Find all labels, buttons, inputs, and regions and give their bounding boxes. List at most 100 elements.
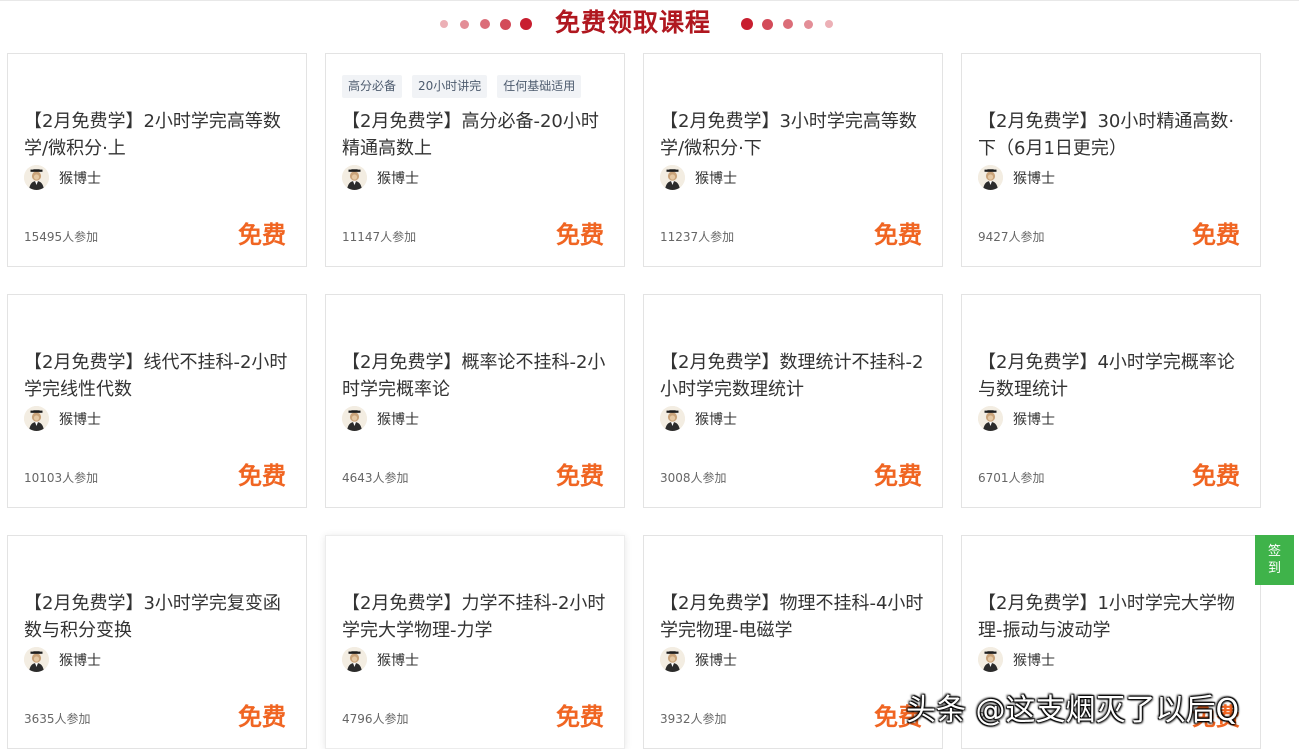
- section-header: 免费领取课程: [0, 6, 1299, 40]
- course-title[interactable]: 【2月免费学】概率论不挂科-2小时学完概率论: [342, 349, 614, 403]
- teacher-avatar: [342, 647, 367, 672]
- participant-count: 15495人参加: [24, 230, 99, 244]
- teacher-info: 猴博士: [978, 406, 1055, 431]
- teacher-name: 猴博士: [59, 652, 101, 669]
- price-label: 免费: [238, 703, 286, 731]
- participant-count: 3635人参加: [24, 712, 91, 726]
- dot-decoration: [783, 19, 793, 29]
- teacher-name: 猴博士: [695, 652, 737, 669]
- teacher-name: 猴博士: [1013, 652, 1055, 669]
- course-title[interactable]: 【2月免费学】2小时学完高等数学/微积分·上: [24, 108, 296, 162]
- teacher-avatar: [24, 165, 49, 190]
- course-title[interactable]: 【2月免费学】30小时精通高数·下（6月1日更完）: [978, 108, 1250, 162]
- teacher-name: 猴博士: [377, 652, 419, 669]
- course-card[interactable]: 【2月免费学】物理不挂科-4小时学完物理-电磁学 猴博士 3932人参加 免费: [643, 535, 943, 749]
- course-tag: 任何基础适用: [497, 75, 582, 98]
- price-label: 免费: [874, 462, 922, 490]
- price-label: 免费: [238, 221, 286, 249]
- price-label: 免费: [556, 221, 604, 249]
- left-decorative-dots: [440, 18, 532, 30]
- course-title[interactable]: 【2月免费学】数理统计不挂科-2小时学完数理统计: [660, 349, 932, 403]
- dot-decoration: [741, 18, 753, 30]
- price-label: 免费: [238, 462, 286, 490]
- participant-count: 4796人参加: [342, 712, 409, 726]
- participant-count: 3932人参加: [660, 712, 727, 726]
- course-title[interactable]: 【2月免费学】1小时学完大学物理-振动与波动学: [978, 590, 1250, 644]
- dot-decoration: [500, 18, 511, 30]
- teacher-info: 猴博士: [342, 406, 419, 431]
- teacher-info: 猴博士: [978, 165, 1055, 190]
- teacher-avatar: [660, 165, 685, 190]
- price-label: 免费: [556, 703, 604, 731]
- participant-count: 10103人参加: [24, 471, 99, 485]
- dot-decoration: [762, 18, 773, 30]
- teacher-info: 猴博士: [660, 165, 737, 190]
- price-label: 免费: [1192, 462, 1240, 490]
- teacher-name: 猴博士: [695, 170, 737, 187]
- course-title[interactable]: 【2月免费学】力学不挂科-2小时学完大学物理-力学: [342, 590, 614, 644]
- teacher-avatar: [342, 165, 367, 190]
- course-card[interactable]: 【2月免费学】线代不挂科-2小时学完线性代数猴博士 10103人参加 免费: [7, 294, 307, 508]
- course-tags: 高分必备 20小时讲完 任何基础适用: [342, 75, 591, 98]
- teacher-info: 猴博士: [24, 406, 101, 431]
- teacher-name: 猴博士: [1013, 170, 1055, 187]
- teacher-avatar: [978, 647, 1003, 672]
- dot-decoration: [480, 19, 490, 29]
- course-title[interactable]: 【2月免费学】3小时学完复变函数与积分变换: [24, 590, 296, 644]
- course-card[interactable]: 高分必备 20小时讲完 任何基础适用【2月免费学】高分必备-20小时精通高数上猴博士…: [325, 53, 625, 267]
- teacher-info: 猴博士: [978, 647, 1055, 672]
- right-decorative-dots: [741, 18, 833, 30]
- top-divider: [0, 0, 1299, 1]
- participant-count: 6701人参加: [978, 471, 1045, 485]
- watermark: 头条 @这支烟灭了以后Q: [906, 693, 1240, 728]
- dot-decoration: [460, 19, 469, 29]
- price-label: 免费: [874, 221, 922, 249]
- teacher-avatar: [24, 647, 49, 672]
- teacher-name: 猴博士: [59, 170, 101, 187]
- course-title[interactable]: 【2月免费学】高分必备-20小时精通高数上: [342, 108, 614, 162]
- dot-decoration: [520, 18, 532, 30]
- teacher-info: 猴博士: [342, 165, 419, 190]
- course-tag: 20小时讲完: [412, 75, 488, 98]
- participant-count: 11147人参加: [342, 230, 417, 244]
- dot-decoration: [440, 20, 448, 28]
- dot-decoration: [804, 19, 813, 29]
- participant-count: 11237人参加: [660, 230, 735, 244]
- course-tag: 高分必备: [342, 75, 403, 98]
- course-title[interactable]: 【2月免费学】3小时学完高等数学/微积分·下: [660, 108, 932, 162]
- teacher-info: 猴博士: [342, 647, 419, 672]
- teacher-info: 猴博士: [24, 165, 101, 190]
- course-card[interactable]: 【2月免费学】3小时学完复变函数与积分变换猴博士 3635人参加 免费: [7, 535, 307, 749]
- course-card[interactable]: 【2月免费学】3小时学完高等数学/微积分·下猴博士 11237人参加 免费: [643, 53, 943, 267]
- course-title[interactable]: 【2月免费学】线代不挂科-2小时学完线性代数: [24, 349, 296, 403]
- participant-count: 9427人参加: [978, 230, 1045, 244]
- teacher-name: 猴博士: [377, 170, 419, 187]
- participant-count: 3008人参加: [660, 471, 727, 485]
- teacher-name: 猴博士: [59, 411, 101, 428]
- participant-count: 4643人参加: [342, 471, 409, 485]
- price-label: 免费: [1192, 221, 1240, 249]
- signin-label-1: 签: [1267, 544, 1281, 559]
- teacher-info: 猴博士: [660, 647, 737, 672]
- course-card[interactable]: 【2月免费学】数理统计不挂科-2小时学完数理统计猴博士 3008人参加 免费: [643, 294, 943, 508]
- teacher-avatar: [660, 647, 685, 672]
- section-title: 免费领取课程: [555, 8, 712, 37]
- course-card[interactable]: 【2月免费学】概率论不挂科-2小时学完概率论猴博士 4643人参加 免费: [325, 294, 625, 508]
- teacher-avatar: [978, 165, 1003, 190]
- teacher-name: 猴博士: [695, 411, 737, 428]
- teacher-avatar: [978, 406, 1003, 431]
- teacher-info: 猴博士: [24, 647, 101, 672]
- teacher-avatar: [660, 406, 685, 431]
- teacher-name: 猴博士: [1013, 411, 1055, 428]
- course-card[interactable]: 【2月免费学】4小时学完概率论与数理统计猴博士 6701人参加 免费: [961, 294, 1261, 508]
- teacher-avatar: [342, 406, 367, 431]
- course-title[interactable]: 【2月免费学】物理不挂科-4小时学完物理-电磁学: [660, 590, 932, 644]
- dot-decoration: [825, 20, 833, 28]
- signin-button[interactable]: 签 到: [1255, 535, 1294, 585]
- course-title[interactable]: 【2月免费学】4小时学完概率论与数理统计: [978, 349, 1250, 403]
- teacher-name: 猴博士: [377, 411, 419, 428]
- course-card[interactable]: 【2月免费学】30小时精通高数·下（6月1日更完） 猴博士 9427人参加 免费: [961, 53, 1261, 267]
- course-card[interactable]: 【2月免费学】2小时学完高等数学/微积分·上猴博士 15495人参加 免费: [7, 53, 307, 267]
- price-label: 免费: [556, 462, 604, 490]
- course-card[interactable]: 【2月免费学】力学不挂科-2小时学完大学物理-力学猴博士 4796人参加 免费: [325, 535, 625, 749]
